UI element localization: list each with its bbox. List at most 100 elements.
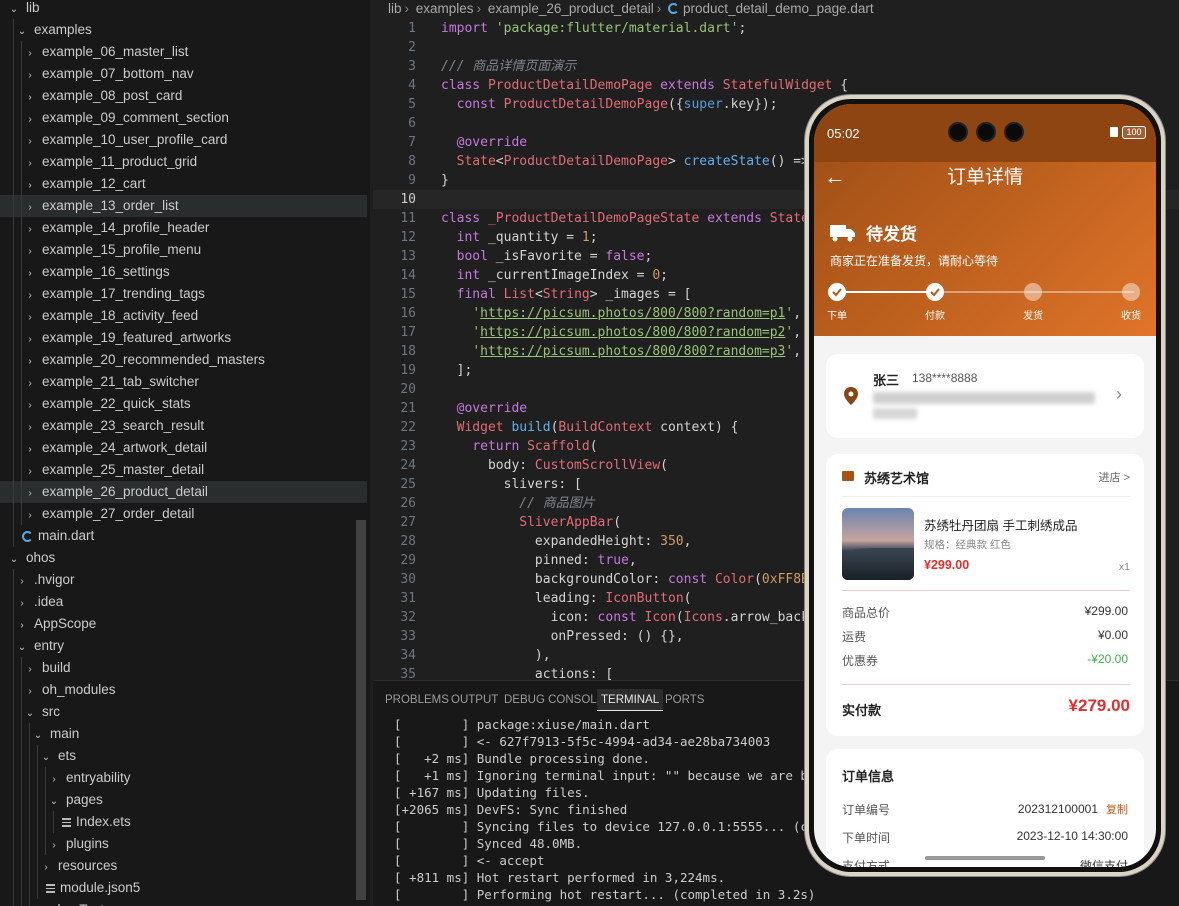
tree-item[interactable]: ⌄ src — [0, 701, 367, 723]
tree-item[interactable]: › example_26_product_detail — [0, 481, 367, 503]
tree-item[interactable]: › ohosTest — [0, 899, 367, 906]
address-blurred — [873, 408, 917, 419]
tree-item-label: entryability — [66, 770, 131, 785]
step-label: 下单 — [827, 311, 847, 322]
phone-screen: 05:02 100 ← 订单详情 待发货 商家正在准备发货，请耐心等待 下单 付… — [814, 104, 1156, 867]
alert-icon — [1110, 127, 1118, 137]
chevron-right-icon: › — [28, 686, 32, 697]
tree-item[interactable]: › example_25_master_detail — [0, 459, 367, 481]
chevron-right-icon: › — [28, 400, 32, 411]
tree-item[interactable]: ⌄ ets — [0, 745, 367, 767]
tree-item[interactable]: › example_06_master_list — [0, 41, 367, 63]
tree-item[interactable]: › example_08_post_card — [0, 85, 367, 107]
line-number: 13 — [400, 249, 416, 264]
tree-item[interactable]: › example_20_recommended_masters — [0, 349, 367, 371]
tree-item[interactable]: module.json5 — [0, 877, 367, 899]
tree-item[interactable]: › example_27_order_detail — [0, 503, 367, 525]
tree-item-label: example_12_cart — [42, 176, 146, 191]
code-line[interactable]: 2 — [373, 38, 1179, 57]
tree-item[interactable]: › oh_modules — [0, 679, 367, 701]
breadcrumb-item[interactable]: product_detail_demo_page.dart — [683, 1, 874, 16]
tree-item[interactable]: ⌄ entry — [0, 635, 367, 657]
tree-item[interactable]: › example_24_artwork_detail — [0, 437, 367, 459]
line-number: 33 — [400, 629, 416, 644]
tree-item[interactable]: › .idea — [0, 591, 367, 613]
tree-item-label: src — [42, 704, 60, 719]
line-number: 5 — [408, 97, 416, 112]
enter-shop-link[interactable]: 进店 > — [1099, 469, 1130, 485]
tree-item[interactable]: › example_10_user_profile_card — [0, 129, 367, 151]
chevron-right-icon: › — [28, 290, 32, 301]
tree-item[interactable]: › example_14_profile_header — [0, 217, 367, 239]
tree-item[interactable]: Index.ets — [0, 811, 367, 833]
tree-item[interactable]: › example_13_order_list — [0, 195, 367, 217]
price-row-label: 运费 — [842, 630, 867, 644]
chevron-right-icon: › — [28, 136, 32, 147]
tree-item[interactable]: › resources — [0, 855, 367, 877]
product-title[interactable]: 苏绣牡丹团扇 手工刺绣成品 — [924, 515, 1077, 534]
tree-item[interactable]: › example_18_activity_feed — [0, 305, 367, 327]
tab-problems[interactable]: PROBLEMS — [385, 689, 449, 711]
terminal-line: [ ] Syncing files to device 127.0.0.1:55… — [394, 819, 839, 834]
tree-item[interactable]: › example_15_profile_menu — [0, 239, 367, 261]
tree-item[interactable]: › example_21_tab_switcher — [0, 371, 367, 393]
breadcrumb-item[interactable]: examples — [416, 1, 474, 16]
tab-debug-console[interactable]: DEBUG CONSOLE — [504, 689, 604, 711]
code-text: 'https://picsum.photos/800/800?random=p2… — [472, 325, 802, 340]
tree-item-label: example_07_bottom_nav — [42, 66, 194, 81]
tree-item[interactable]: › build — [0, 657, 367, 679]
explorer-scrollbar[interactable] — [356, 520, 366, 900]
tree-item-label: lib — [26, 0, 40, 15]
shop-icon — [842, 471, 854, 481]
tab-output[interactable]: OUTPUT — [451, 689, 498, 711]
chevron-right-icon: › — [1116, 384, 1122, 404]
order-goods-card: 苏绣艺术馆 进店 > 苏绣牡丹团扇 手工刺绣成品 规格：经典款 红色 ¥299.… — [826, 454, 1144, 736]
tab-terminal[interactable]: TERMINAL — [597, 689, 664, 711]
tree-item[interactable]: › plugins — [0, 833, 367, 855]
code-line[interactable]: 4 class ProductDetailDemoPage extends Sta… — [373, 76, 1179, 95]
tree-item-label: main.dart — [38, 528, 95, 543]
tree-item[interactable]: › example_09_comment_section — [0, 107, 367, 129]
tree-item[interactable]: › AppScope — [0, 613, 367, 635]
product-image[interactable] — [842, 508, 914, 580]
price-row-value: ¥0.00 — [1097, 628, 1128, 642]
step-pending-dot — [1024, 283, 1042, 301]
tree-item[interactable]: ⌄ ohos — [0, 547, 367, 569]
tree-item[interactable]: › .hvigor — [0, 569, 367, 591]
tree-item[interactable]: ⌄ main — [0, 723, 367, 745]
tree-item-label: example_06_master_list — [42, 44, 189, 59]
terminal-line: [ ] <- 627f7913-5f5c-4994-ad34-ae28ba734… — [394, 734, 771, 749]
price-row: 商品总价 ¥299.00 — [842, 604, 1128, 622]
tree-item[interactable]: › example_16_settings — [0, 261, 367, 283]
tab-ports[interactable]: PORTS — [665, 689, 704, 711]
tree-item[interactable]: › entryability — [0, 767, 367, 789]
code-line[interactable]: 1 import 'package:flutter/material.dart'; — [373, 19, 1179, 38]
breadcrumb-item[interactable]: lib — [388, 1, 402, 16]
tree-item-label: example_22_quick_stats — [42, 396, 191, 411]
chevron-right-icon: › — [28, 224, 32, 235]
tree-item[interactable]: › example_12_cart — [0, 173, 367, 195]
order-info-label: 下单时间 — [842, 831, 891, 845]
tree-item-label: example_20_recommended_masters — [42, 352, 265, 367]
tree-item[interactable]: › example_22_quick_stats — [0, 393, 367, 415]
order-info-value: 微信支付 — [1080, 857, 1128, 867]
tree-item[interactable]: › example_19_featured_artworks — [0, 327, 367, 349]
breadcrumb-item[interactable]: example_26_product_detail — [488, 1, 654, 16]
line-number: 30 — [400, 572, 416, 587]
chevron-right-icon: › — [28, 510, 32, 521]
tree-item[interactable]: ⌄ pages — [0, 789, 367, 811]
tree-item[interactable]: main.dart — [0, 525, 367, 547]
tree-item[interactable]: › example_17_trending_tags — [0, 283, 367, 305]
tree-item[interactable]: ⌄ lib — [0, 0, 367, 19]
tree-item-label: resources — [58, 858, 118, 873]
copy-order-id-button[interactable]: 复制 — [1106, 804, 1128, 816]
tree-item[interactable]: › example_07_bottom_nav — [0, 63, 367, 85]
address-card[interactable]: 张三 138****8888 › — [826, 354, 1144, 438]
tree-item[interactable]: ⌄ examples — [0, 19, 367, 41]
tree-item[interactable]: › example_11_product_grid — [0, 151, 367, 173]
tree-item[interactable]: › example_23_search_result — [0, 415, 367, 437]
code-text: import 'package:flutter/material.dart'; — [441, 21, 747, 36]
camera-icon — [1004, 122, 1024, 142]
code-text: backgroundColor: const Color(0xFF8B4 — [441, 572, 817, 587]
code-line[interactable]: 3 /// 商品详情页面演示 — [373, 57, 1179, 76]
